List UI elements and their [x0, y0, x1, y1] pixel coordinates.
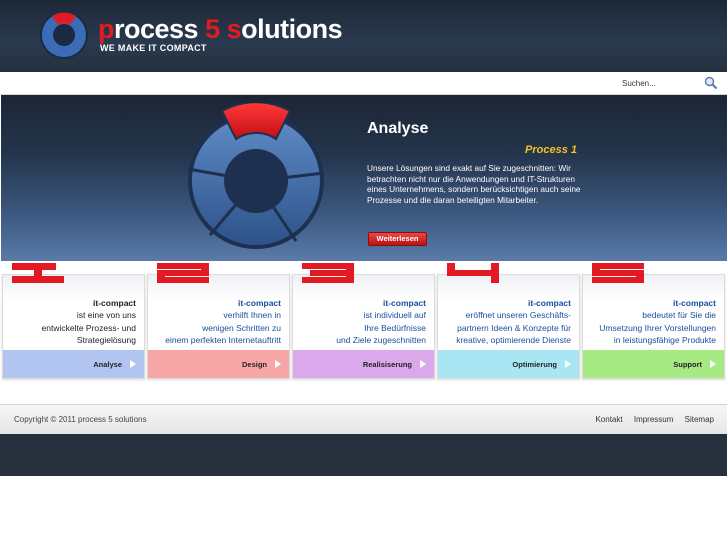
site-header: process 5 solutions WE MAKE IT COMPACT: [0, 0, 727, 72]
step-line: einem perfekten Internetauftritt: [165, 335, 281, 346]
step-link-analyse[interactable]: Analyse: [3, 350, 144, 378]
brand-word-process: rocess: [114, 14, 206, 44]
step-line: Ihre Bedürfnisse: [364, 322, 426, 333]
hero-banner: Analyse Process 1 Unsere Lösungen sind e…: [1, 95, 727, 261]
step-title: it-compact: [93, 298, 136, 308]
step-line: bedeutet für Sie die: [642, 310, 716, 321]
step-line: verhilft Ihnen in: [223, 310, 281, 321]
step-line: Strategielösung: [76, 335, 136, 346]
step-text: it-compact eröffnet unseren Geschäfts- p…: [435, 297, 571, 347]
hero-title: Analyse: [367, 120, 429, 137]
process-steps: it-compact ist eine von uns entwickelte …: [0, 261, 727, 381]
step-line: in leistungsfähige Produkte: [613, 335, 716, 346]
step-label: Support: [673, 360, 702, 369]
footer-links: Kontakt Impressum Sitemap: [586, 415, 714, 424]
footer-link-kontakt[interactable]: Kontakt: [595, 415, 622, 424]
search-bar: [0, 72, 727, 95]
brand-letter-p: p: [98, 14, 115, 44]
arrow-right-icon: [130, 360, 136, 368]
search-input[interactable]: [622, 76, 702, 91]
step-line: eröffnet unseren Geschäfts-: [465, 310, 571, 321]
step-link-design[interactable]: Design: [148, 350, 289, 378]
brand-letter-s: s: [226, 14, 242, 44]
step-textbox: it-compact ist individuell auf Ihre Bedü…: [293, 275, 434, 348]
step-line: partnern Ideen & Konzepte für: [457, 322, 571, 333]
step-title: it-compact: [528, 298, 571, 308]
step-line: ist individuell auf: [363, 310, 426, 321]
number-4-icon: [447, 263, 499, 283]
arrow-right-icon: [710, 360, 716, 368]
step-textbox: it-compact eröffnet unseren Geschäfts- p…: [438, 275, 579, 348]
step-card-2: it-compact verhilft Ihnen in wenigen Sch…: [147, 261, 290, 379]
step-label: Optimierung: [512, 360, 557, 369]
step-panel: it-compact eröffnet unseren Geschäfts- p…: [437, 274, 580, 379]
site-footer: Copyright © 2011 process 5 solutions Kon…: [0, 404, 727, 434]
hero-subtitle: Process 1: [525, 144, 577, 156]
step-text: it-compact verhilft Ihnen in wenigen Sch…: [145, 297, 281, 347]
step-title: it-compact: [673, 298, 716, 308]
step-textbox: it-compact ist eine von uns entwickelte …: [3, 275, 144, 348]
step-textbox: it-compact verhilft Ihnen in wenigen Sch…: [148, 275, 289, 348]
hero-description: Unsere Lösungen sind exakt auf Sie zuges…: [367, 163, 581, 205]
step-link-support[interactable]: Support: [583, 350, 724, 378]
brand-number-5: 5: [205, 14, 220, 44]
number-2-icon: [157, 263, 209, 283]
read-more-button[interactable]: Weiterlesen: [368, 232, 427, 246]
step-panel: it-compact bedeutet für Sie die Umsetzun…: [582, 274, 725, 379]
step-panel: it-compact ist eine von uns entwickelte …: [2, 274, 145, 379]
step-title: it-compact: [383, 298, 426, 308]
number-1-icon: [12, 263, 64, 283]
brand-name[interactable]: process 5 solutions: [98, 14, 343, 45]
number-3-icon: [302, 263, 354, 283]
step-text: it-compact ist individuell auf Ihre Bedü…: [290, 297, 426, 347]
step-link-realisierung[interactable]: Realisiserung: [293, 350, 434, 378]
magnifier-icon[interactable]: [704, 76, 718, 90]
brand-word-solutions: olutions: [241, 14, 343, 44]
step-card-4: it-compact eröffnet unseren Geschäfts- p…: [437, 261, 580, 379]
step-panel: it-compact ist individuell auf Ihre Bedü…: [292, 274, 435, 379]
step-textbox: it-compact bedeutet für Sie die Umsetzun…: [583, 275, 724, 348]
bottom-bar: [0, 434, 727, 476]
arrow-right-icon: [275, 360, 281, 368]
step-line: Umsetzung Ihrer Vorstellungen: [599, 322, 716, 333]
arrow-right-icon: [420, 360, 426, 368]
step-text: it-compact ist eine von uns entwickelte …: [0, 297, 137, 347]
logo-icon[interactable]: [38, 8, 90, 60]
step-card-3: it-compact ist individuell auf Ihre Bedü…: [292, 261, 435, 379]
step-panel: it-compact verhilft Ihnen in wenigen Sch…: [147, 274, 290, 379]
step-line: ist eine von uns: [76, 310, 136, 321]
step-link-optimierung[interactable]: Optimierung: [438, 350, 579, 378]
step-label: Realisiserung: [362, 360, 412, 369]
number-5-icon: [592, 263, 644, 283]
brand-space: [220, 14, 227, 44]
step-line: und Ziele zugeschnitten: [336, 335, 426, 346]
step-card-1: it-compact ist eine von uns entwickelte …: [2, 261, 145, 379]
step-line: entwickelte Prozess- und: [41, 322, 137, 333]
step-text: it-compact bedeutet für Sie die Umsetzun…: [580, 297, 716, 347]
process-circle-icon: [187, 103, 325, 249]
step-line: wenigen Schritten zu: [202, 322, 281, 333]
step-card-5: it-compact bedeutet für Sie die Umsetzun…: [582, 261, 725, 379]
brand-tagline: WE MAKE IT COMPACT: [100, 43, 207, 53]
arrow-right-icon: [565, 360, 571, 368]
footer-link-impressum[interactable]: Impressum: [634, 415, 674, 424]
copyright-text: Copyright © 2011 process 5 solutions: [14, 415, 147, 424]
step-line: kreative, optimierende Dienste: [456, 335, 571, 346]
step-label: Analyse: [93, 360, 122, 369]
step-label: Design: [241, 360, 267, 369]
footer-link-sitemap[interactable]: Sitemap: [685, 415, 714, 424]
step-title: it-compact: [238, 298, 281, 308]
